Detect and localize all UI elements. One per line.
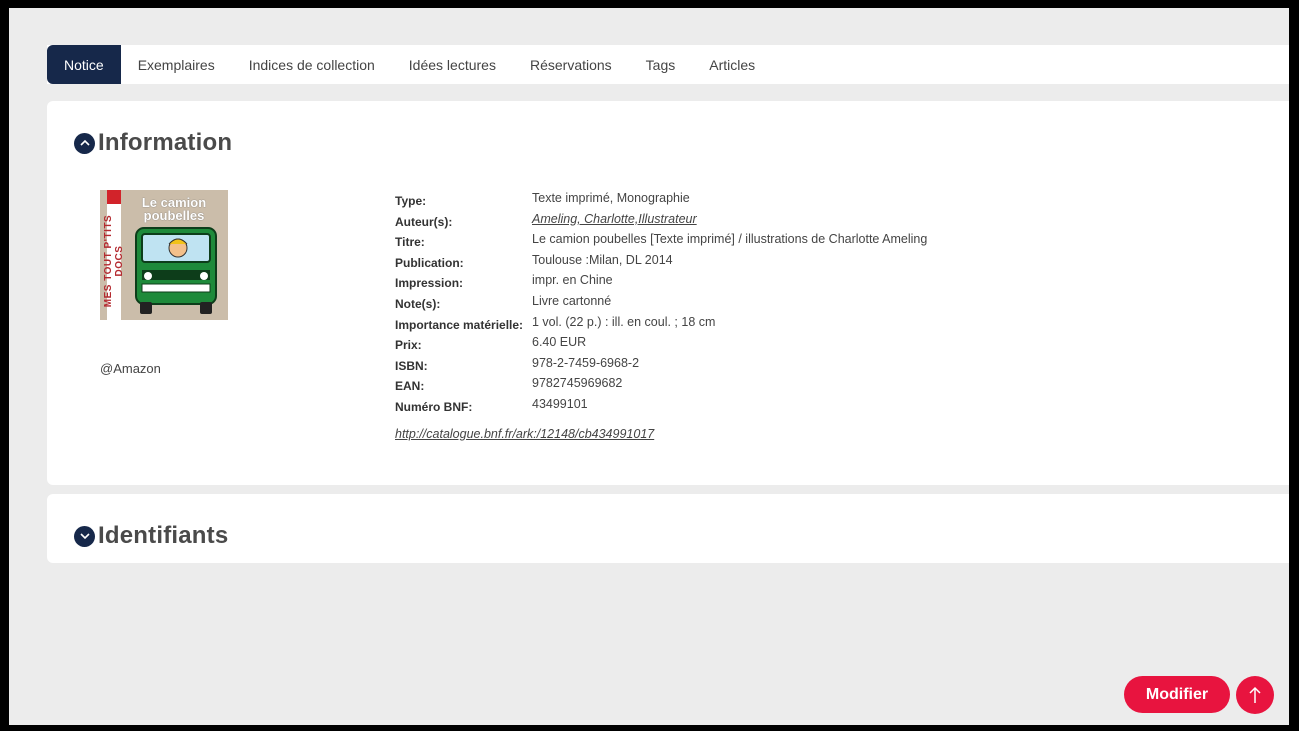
chevron-down-icon[interactable] bbox=[74, 525, 95, 547]
cover-title-line2: poubelles bbox=[143, 208, 205, 223]
identifiants-title: Identifiants bbox=[98, 522, 229, 549]
detail-label: Prix: bbox=[395, 338, 422, 353]
information-title: Information bbox=[98, 129, 233, 156]
page-viewport: Notice Exemplaires Indices de collection… bbox=[9, 8, 1289, 725]
cover-corner-mark bbox=[107, 190, 121, 204]
detail-label: Numéro BNF: bbox=[395, 399, 473, 414]
detail-label: Importance matérielle: bbox=[395, 317, 524, 332]
detail-label: Note(s): bbox=[395, 296, 441, 311]
cover-credit: @Amazon bbox=[100, 361, 161, 376]
modifier-button[interactable]: Modifier bbox=[1124, 676, 1230, 713]
detail-label: EAN: bbox=[395, 379, 425, 394]
arrow-up-icon bbox=[1249, 686, 1261, 703]
scroll-top-button[interactable] bbox=[1236, 676, 1274, 714]
cover-series-band: MES TOUT P'TITS DOCS bbox=[103, 190, 125, 320]
tab-tags[interactable]: Tags bbox=[629, 45, 693, 84]
tab-exemplaires[interactable]: Exemplaires bbox=[121, 45, 232, 84]
detail-label: Auteur(s): bbox=[395, 214, 453, 229]
detail-label: Type: bbox=[395, 194, 427, 208]
identifiants-panel: Identifiants bbox=[47, 494, 1289, 563]
book-cover-image: MES TOUT P'TITS DOCS Le camion poubelles bbox=[100, 190, 228, 320]
tab-reservations[interactable]: Réservations bbox=[513, 45, 629, 84]
detail-value: impr. en Chine bbox=[532, 273, 613, 288]
author-link[interactable]: Ameling, Charlotte,Illustrateur bbox=[532, 212, 697, 226]
detail-value: Toulouse :Milan, DL 2014 bbox=[532, 252, 673, 267]
cover-title: Le camion poubelles bbox=[124, 196, 224, 222]
detail-value: Texte imprimé, Monographie bbox=[532, 191, 690, 205]
detail-label: Publication: bbox=[395, 255, 464, 270]
tab-articles[interactable]: Articles bbox=[692, 45, 772, 84]
chevron-up-icon[interactable] bbox=[74, 132, 95, 154]
detail-label: ISBN: bbox=[395, 358, 428, 373]
tab-idees-lectures[interactable]: Idées lectures bbox=[392, 45, 513, 84]
tab-indices-de-collection[interactable]: Indices de collection bbox=[232, 45, 392, 84]
detail-value: 43499101 bbox=[532, 396, 588, 411]
detail-label: Titre: bbox=[395, 235, 425, 250]
detail-value: Le camion poubelles [Texte imprimé] / il… bbox=[532, 232, 928, 247]
information-panel: Information MES TOUT P'TITS DOCS Le cami… bbox=[47, 101, 1289, 485]
notice-tabs: Notice Exemplaires Indices de collection… bbox=[47, 45, 1289, 84]
detail-value: 1 vol. (22 p.) : ill. en coul. ; 18 cm bbox=[532, 314, 716, 329]
bnf-permalink[interactable]: http://catalogue.bnf.fr/ark:/12148/cb434… bbox=[395, 427, 654, 441]
detail-value: 9782745969682 bbox=[532, 376, 623, 391]
truck-illustration bbox=[135, 227, 217, 314]
tab-notice[interactable]: Notice bbox=[47, 45, 121, 84]
detail-value: 6.40 EUR bbox=[532, 335, 587, 350]
detail-value: 978-2-7459-6968-2 bbox=[532, 355, 640, 370]
identifiants-header[interactable]: Identifiants bbox=[74, 522, 228, 550]
information-header[interactable]: Information bbox=[74, 129, 232, 157]
detail-value: Livre cartonné bbox=[532, 293, 612, 308]
detail-label: Impression: bbox=[395, 276, 464, 291]
cover-series-text: MES TOUT P'TITS DOCS bbox=[103, 214, 125, 308]
